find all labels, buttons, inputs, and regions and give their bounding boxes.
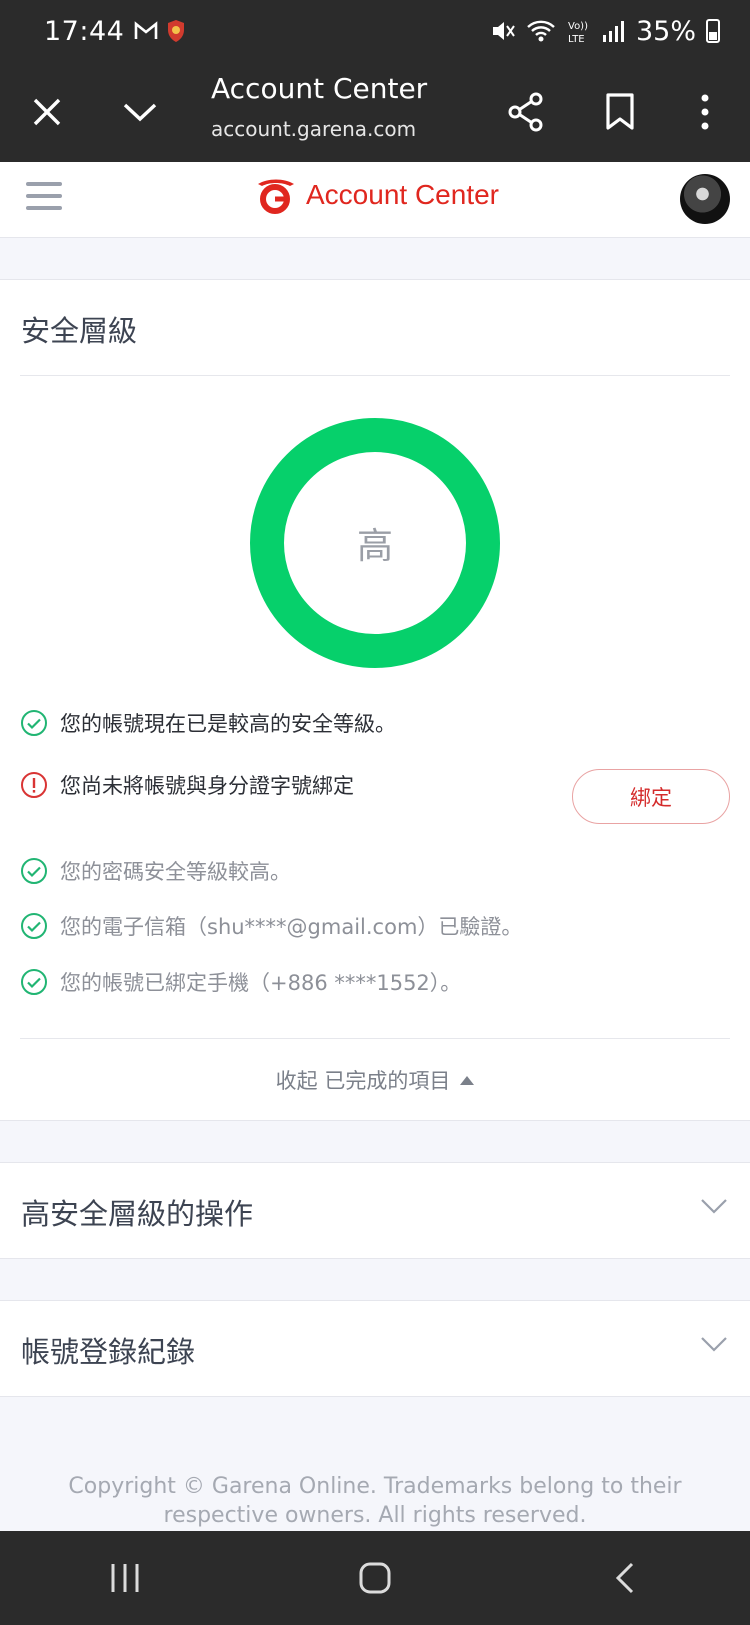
- home-button[interactable]: [335, 1548, 415, 1608]
- security-item-text: 您的密碼安全等級較高。: [60, 860, 291, 884]
- security-item-phone: 您的帳號已綁定手機（+886 ****1552）。: [20, 967, 461, 997]
- check-circle-icon: [21, 969, 47, 995]
- more-menu-button[interactable]: [677, 84, 733, 140]
- check-circle-icon: [21, 913, 47, 939]
- minimize-button[interactable]: [112, 84, 168, 140]
- wifi-icon: [527, 20, 555, 42]
- security-item-id-binding: 您尚未將帳號與身分證字號綁定: [20, 770, 354, 800]
- accordion-title: 帳號登錄紀錄: [21, 1335, 196, 1369]
- security-level-card: 安全層級 高 您的帳號現在已是較高的安全等級。 您尚未將帳號與身分證字號綁定 綁…: [0, 279, 750, 1121]
- back-button[interactable]: [585, 1548, 665, 1608]
- chevron-down-icon: [701, 1337, 727, 1352]
- volte-icon: Vo)) LTE: [568, 21, 588, 45]
- app-shield-icon: [168, 20, 185, 42]
- accordion-high-security-actions[interactable]: 高安全層級的操作: [0, 1162, 750, 1259]
- recent-apps-icon: [111, 1564, 139, 1592]
- collapse-label: 收起 已完成的項目: [275, 1069, 451, 1093]
- share-button[interactable]: [498, 84, 554, 140]
- collapse-completed-button[interactable]: 收起 已完成的項目: [0, 1065, 750, 1095]
- more-vert-icon: [701, 94, 709, 130]
- battery-icon: [706, 19, 720, 43]
- check-circle-icon: [21, 858, 47, 884]
- site-header: Account Center: [0, 162, 750, 238]
- logo-text: Account Center: [306, 179, 499, 210]
- accordion-login-records[interactable]: 帳號登錄紀錄: [0, 1300, 750, 1397]
- hamburger-icon: [26, 182, 62, 186]
- divider: [20, 1038, 730, 1039]
- bookmark-icon: [606, 93, 634, 130]
- alert-circle-icon: [21, 772, 47, 798]
- recent-apps-button[interactable]: [85, 1548, 165, 1608]
- bookmark-button[interactable]: [592, 84, 648, 140]
- page-url[interactable]: account.garena.com: [211, 117, 416, 141]
- avatar[interactable]: [680, 174, 730, 224]
- garena-logo-icon: [258, 179, 294, 214]
- security-item-text: 您尚未將帳號與身分證字號綁定: [60, 774, 354, 798]
- security-level-value: 高: [356, 526, 393, 567]
- bind-id-button[interactable]: 綁定: [572, 769, 730, 824]
- divider: [20, 375, 730, 376]
- security-item-text: 您的帳號已綁定手機（+886 ****1552）。: [60, 971, 462, 995]
- security-level-title: 安全層級: [21, 314, 138, 348]
- footer-line: respective owners. All rights reserved.: [163, 1503, 587, 1528]
- footer-copyright: Copyright © Garena Online. Trademarks be…: [0, 1472, 750, 1530]
- security-item-level: 您的帳號現在已是較高的安全等級。: [20, 708, 396, 738]
- close-button[interactable]: [19, 84, 75, 140]
- status-time: 17:44: [44, 15, 125, 47]
- accordion-title: 高安全層級的操作: [21, 1197, 254, 1231]
- svg-text:LTE: LTE: [568, 34, 585, 45]
- page-title: Account Center: [211, 72, 428, 105]
- check-circle-icon: [21, 710, 47, 736]
- security-level-ring: 高: [250, 418, 500, 668]
- svg-text:Vo)): Vo)): [568, 21, 588, 32]
- security-item-password: 您的密碼安全等級較高。: [20, 856, 291, 886]
- signal-icon: [602, 21, 624, 42]
- status-bar: 17:44 Vo)) LTE 35%: [0, 0, 750, 62]
- security-item-text: 您的帳號現在已是較高的安全等級。: [60, 712, 396, 736]
- security-item-text: 您的電子信箱（shu****@gmail.com）已驗證。: [60, 915, 523, 939]
- close-icon: [33, 98, 61, 126]
- home-icon: [359, 1562, 391, 1594]
- gmail-icon: [135, 21, 158, 39]
- security-item-email: 您的電子信箱（shu****@gmail.com）已驗證。: [20, 911, 522, 941]
- share-icon: [508, 92, 543, 132]
- back-icon: [615, 1562, 634, 1594]
- footer-line: Copyright © Garena Online. Trademarks be…: [68, 1474, 682, 1499]
- menu-button[interactable]: [26, 182, 62, 214]
- browser-toolbar: Account Center account.garena.com: [0, 62, 750, 162]
- caret-up-icon: [460, 1075, 475, 1085]
- battery-percent: 35%: [635, 15, 696, 47]
- chevron-down-icon: [123, 103, 157, 122]
- site-logo[interactable]: Account Center: [252, 176, 499, 214]
- system-nav-bar: [0, 1531, 750, 1625]
- chevron-down-icon: [701, 1199, 727, 1214]
- mute-icon: [492, 22, 515, 40]
